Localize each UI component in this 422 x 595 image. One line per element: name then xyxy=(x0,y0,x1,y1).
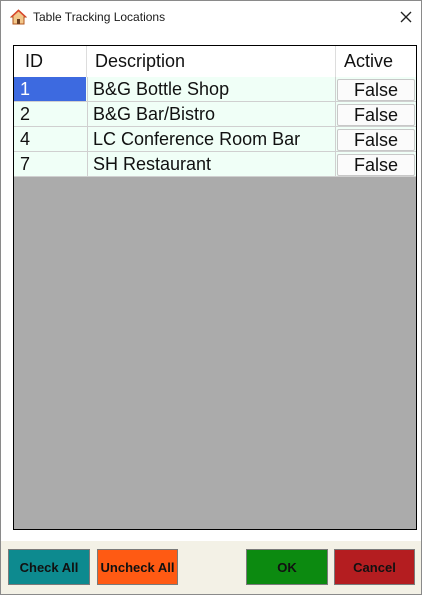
column-header-description[interactable]: Description xyxy=(95,46,185,77)
column-header-id[interactable]: ID xyxy=(25,46,43,77)
active-cell: False xyxy=(335,152,416,176)
description-cell[interactable]: LC Conference Room Bar xyxy=(87,127,335,151)
column-divider xyxy=(86,46,87,77)
active-toggle-button[interactable]: False xyxy=(337,128,415,151)
id-cell[interactable]: 2 xyxy=(14,102,86,126)
window-title: Table Tracking Locations xyxy=(33,10,166,24)
locations-grid[interactable]: ID Description Active 1 B&G Bottle Shop … xyxy=(13,45,417,530)
active-cell: False xyxy=(335,127,416,151)
active-toggle-button[interactable]: False xyxy=(337,153,415,176)
active-toggle-button[interactable]: False xyxy=(337,103,415,126)
id-cell[interactable]: 7 xyxy=(14,152,86,176)
uncheck-all-button[interactable]: Uncheck All xyxy=(97,549,178,585)
house-icon xyxy=(9,9,28,25)
button-bar: Check All Uncheck All OK Cancel xyxy=(1,541,421,594)
active-cell: False xyxy=(335,102,416,126)
column-header-active[interactable]: Active xyxy=(344,46,393,77)
close-icon[interactable] xyxy=(395,7,417,27)
table-row[interactable]: 1 B&G Bottle Shop False xyxy=(14,77,416,102)
grid-rows: 1 B&G Bottle Shop False 2 B&G Bar/Bistro… xyxy=(14,77,416,177)
table-row[interactable]: 2 B&G Bar/Bistro False xyxy=(14,102,416,127)
id-cell[interactable]: 4 xyxy=(14,127,86,151)
column-divider xyxy=(335,46,336,77)
cancel-button[interactable]: Cancel xyxy=(334,549,415,585)
table-row[interactable]: 4 LC Conference Room Bar False xyxy=(14,127,416,152)
title-bar: Table Tracking Locations xyxy=(1,1,421,33)
description-cell[interactable]: B&G Bar/Bistro xyxy=(87,102,335,126)
description-cell[interactable]: B&G Bottle Shop xyxy=(87,77,335,101)
id-cell[interactable]: 1 xyxy=(14,77,86,101)
active-toggle-button[interactable]: False xyxy=(337,78,415,101)
dialog-window: Table Tracking Locations ID Description … xyxy=(0,0,422,595)
check-all-button[interactable]: Check All xyxy=(8,549,90,585)
ok-button[interactable]: OK xyxy=(246,549,328,585)
grid-header: ID Description Active xyxy=(14,46,416,77)
active-cell: False xyxy=(335,77,416,101)
table-row[interactable]: 7 SH Restaurant False xyxy=(14,152,416,177)
description-cell[interactable]: SH Restaurant xyxy=(87,152,335,176)
